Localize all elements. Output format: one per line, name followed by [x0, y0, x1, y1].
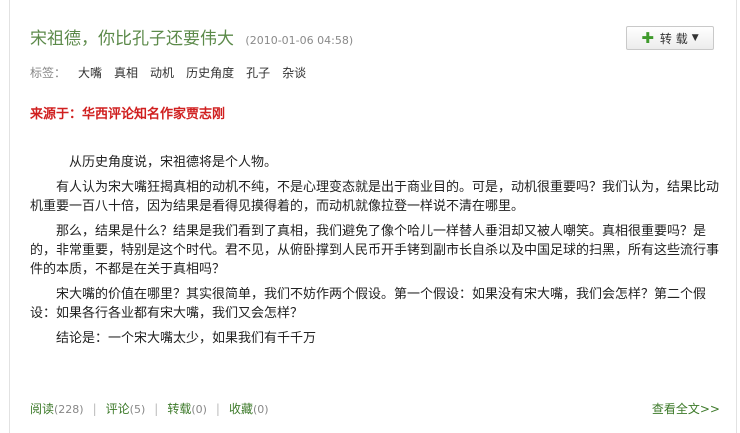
- post-paragraph: 从历史角度说，宋祖德将是个人物。: [69, 155, 278, 170]
- post-title-line: 宋祖德，你比孔子还要伟大 (2010-01-06 04:58): [30, 28, 714, 52]
- caret-down-icon: ▼: [691, 33, 699, 43]
- source-line: 来源于：华西评论知名作家贾志刚: [30, 107, 226, 122]
- post-title[interactable]: 宋祖德，你比孔子还要伟大: [30, 29, 234, 49]
- post-paragraph: 那么，结果是什么？结果是我们看到了真相，我们避免了像个哈儿一样替人垂泪却又被人嘲…: [30, 224, 720, 277]
- separator: |: [92, 401, 97, 416]
- repost-count: (0): [191, 403, 207, 416]
- favorite-link[interactable]: 收藏(0): [229, 400, 269, 417]
- tag-link[interactable]: 真相: [114, 64, 138, 81]
- post-header: 宋祖德，你比孔子还要伟大 (2010-01-06 04:58) ✚ 转 载 ▼: [30, 26, 714, 52]
- tags-row: 标签： 大嘴 真相 动机 历史角度 孔子 杂谈: [30, 64, 318, 81]
- repost-button-label: 转 载: [659, 31, 688, 46]
- separator: |: [215, 401, 220, 416]
- post-paragraph: 宋大嘴的价值在哪里？其实很简单，我们不妨作两个假设。第一个假设：如果没有宋大嘴，…: [30, 287, 707, 321]
- tags-label: 标签：: [30, 66, 67, 80]
- left-border: [9, 0, 10, 433]
- comment-count: (5): [129, 403, 146, 416]
- read-count: (228): [54, 403, 84, 416]
- tag-link[interactable]: 杂谈: [282, 64, 306, 81]
- post-date: (2010-01-06 04:58): [245, 34, 354, 47]
- tag-link[interactable]: 历史角度: [186, 64, 234, 81]
- post-paragraph: 结论是：一个宋大嘴太少，如果我们有千千万: [56, 331, 317, 346]
- read-all-link[interactable]: 查看全文>>: [652, 400, 720, 417]
- tag-link[interactable]: 动机: [150, 64, 174, 81]
- comment-link[interactable]: 评论(5): [106, 400, 146, 417]
- repost-label: 转载: [167, 402, 192, 416]
- post-content: 从历史角度说，宋祖德将是个人物。 有人认为宋大嘴狂揭真相的动机不纯，不是心理变态…: [30, 153, 720, 354]
- tag-link[interactable]: 孔子: [246, 64, 270, 81]
- tag-link[interactable]: 大嘴: [78, 64, 102, 81]
- right-border: [736, 0, 737, 433]
- post-footer: 阅读(228) | 评论(5) | 转载(0) | 收藏(0) 查看全文>>: [30, 400, 720, 417]
- repost-button[interactable]: ✚ 转 载 ▼: [626, 26, 714, 50]
- comment-label: 评论: [105, 402, 130, 416]
- plus-icon: ✚: [641, 28, 654, 47]
- read-link[interactable]: 阅读(228): [30, 400, 84, 417]
- favorite-count: (0): [252, 403, 269, 416]
- repost-link[interactable]: 转载(0): [167, 400, 207, 417]
- separator: |: [154, 401, 159, 416]
- post-paragraph: 有人认为宋大嘴狂揭真相的动机不纯，不是心理变态就是出于商业目的。可是，动机很重要…: [30, 180, 720, 214]
- read-label: 阅读: [30, 402, 55, 416]
- favorite-label: 收藏: [228, 402, 253, 416]
